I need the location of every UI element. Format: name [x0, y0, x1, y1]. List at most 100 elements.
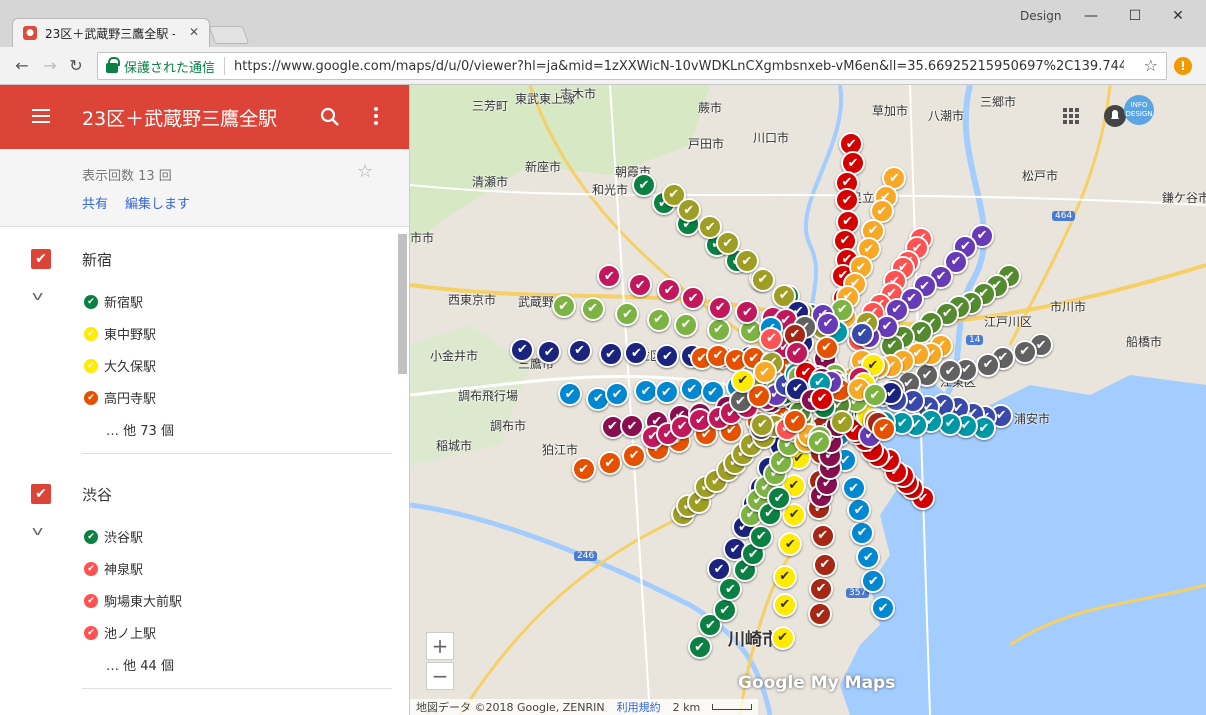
station-marker[interactable]: ✔ — [806, 430, 831, 455]
station-marker[interactable]: ✔ — [814, 335, 839, 360]
station-marker[interactable]: ✔ — [510, 337, 535, 362]
station-marker[interactable]: ✔ — [810, 523, 835, 548]
place-item[interactable]: ✔ 高円寺駅 — [84, 388, 156, 407]
route-shield: 246 — [574, 551, 598, 561]
place-name-label: 市市 — [410, 231, 435, 245]
station-marker[interactable]: ✔ — [1012, 339, 1037, 364]
station-marker[interactable]: ✔ — [810, 386, 835, 411]
station-marker[interactable]: ✔ — [784, 340, 809, 365]
station-marker[interactable]: ✔ — [551, 294, 576, 319]
menu-icon[interactable] — [32, 109, 50, 123]
station-marker[interactable]: ✔ — [809, 576, 834, 601]
reload-icon[interactable]: ↻ — [66, 56, 86, 76]
address-bar[interactable]: 保護された通信 https://www.google.com/maps/d/u/… — [97, 52, 1167, 80]
terms-link[interactable]: 利用規約 — [617, 699, 661, 715]
chevron-down-icon[interactable]: v — [32, 289, 43, 303]
edit-link[interactable]: 編集します — [125, 193, 190, 212]
station-marker[interactable]: ✔ — [750, 267, 775, 292]
close-tab-icon[interactable]: ✕ — [189, 25, 199, 39]
place-item[interactable]: ✔ 新宿駅 — [84, 292, 143, 311]
profile-label[interactable]: Design — [1020, 9, 1061, 23]
station-marker[interactable]: ✔ — [622, 443, 647, 468]
station-marker[interactable]: ✔ — [687, 635, 712, 660]
share-link[interactable]: 共有 — [82, 193, 108, 212]
station-marker[interactable]: ✔ — [646, 307, 671, 332]
place-item[interactable]: ✔ 池ノ上駅 — [84, 623, 156, 642]
new-tab-button[interactable] — [208, 26, 250, 44]
station-marker[interactable]: ✔ — [847, 498, 872, 523]
browser-tab[interactable]: ● 23区＋武蔵野三鷹全駅 - ✕ — [12, 18, 210, 47]
place-item[interactable]: ✔ 大久保駅 — [84, 356, 156, 375]
station-marker[interactable]: ✔ — [631, 173, 656, 197]
place-name-label: 和光市 — [592, 183, 629, 197]
bookmark-star-icon[interactable]: ☆ — [1144, 56, 1158, 75]
station-marker[interactable]: ✔ — [772, 564, 797, 589]
place-name-label: 浦安市 — [1014, 412, 1051, 426]
more-places-link[interactable]: … 他 44 個 — [106, 655, 174, 674]
station-marker[interactable]: ✔ — [597, 451, 622, 476]
station-marker[interactable]: ✔ — [715, 231, 740, 256]
station-marker[interactable]: ✔ — [850, 520, 875, 545]
browser-toolbar: ← → ↻ 保護された通信 https://www.google.com/map… — [0, 47, 1206, 85]
station-marker[interactable]: ✔ — [712, 598, 737, 623]
station-marker[interactable]: ✔ — [871, 416, 896, 441]
station-marker[interactable]: ✔ — [772, 592, 797, 617]
apps-grid-icon[interactable] — [1062, 107, 1080, 125]
station-marker[interactable]: ✔ — [815, 311, 840, 336]
account-avatar[interactable]: INFO DESIGN — [1124, 95, 1154, 125]
layer-visibility-checkbox[interactable]: ✔ — [31, 249, 51, 269]
station-marker[interactable]: ✔ — [580, 296, 605, 321]
route-shield: 464 — [1052, 211, 1076, 221]
search-icon[interactable] — [320, 107, 340, 127]
url-text[interactable]: https://www.google.com/maps/d/u/0/viewer… — [234, 59, 1124, 74]
star-icon[interactable]: ☆ — [357, 161, 373, 182]
place-item[interactable]: ✔ 駒場東大前駅 — [84, 591, 182, 610]
station-marker[interactable]: ✔ — [674, 312, 699, 337]
back-icon[interactable]: ← — [12, 56, 32, 76]
map-info-panel: 表示回数 13 回 ☆ 共有 編集します — [0, 149, 409, 227]
place-name-label: 八潮市 — [928, 109, 965, 123]
layer-visibility-checkbox[interactable]: ✔ — [31, 484, 51, 504]
layer-name[interactable]: 新宿 — [82, 249, 112, 270]
station-marker[interactable]: ✔ — [752, 360, 777, 385]
place-marker-icon: ✔ — [84, 358, 98, 373]
place-item[interactable]: ✔ 渋谷駅 — [84, 527, 143, 546]
sidebar-scrollbar[interactable] — [398, 234, 407, 374]
chevron-down-icon[interactable]: v — [32, 524, 43, 538]
station-marker[interactable]: ✔ — [783, 408, 808, 433]
maximize-button[interactable]: ☐ — [1120, 6, 1150, 26]
station-marker[interactable]: ✔ — [706, 317, 731, 342]
station-marker[interactable]: ✔ — [571, 457, 596, 482]
minimize-button[interactable]: — — [1076, 6, 1106, 26]
station-marker[interactable]: ✔ — [770, 625, 795, 650]
station-marker[interactable]: ✔ — [654, 380, 679, 405]
station-marker[interactable]: ✔ — [976, 352, 1001, 377]
close-window-button[interactable]: ✕ — [1163, 6, 1193, 26]
forward-icon[interactable]: → — [40, 56, 60, 76]
station-marker[interactable]: ✔ — [749, 524, 774, 549]
zoom-in-button[interactable]: + — [426, 632, 454, 660]
station-marker[interactable]: ✔ — [567, 338, 592, 363]
station-marker[interactable]: ✔ — [730, 368, 755, 393]
zoom-out-button[interactable]: − — [426, 662, 454, 690]
place-name-label: 松戸市 — [1022, 169, 1059, 183]
station-marker[interactable]: ✔ — [750, 412, 775, 437]
station-marker[interactable]: ✔ — [708, 295, 733, 320]
station-marker[interactable]: ✔ — [676, 198, 701, 223]
station-marker[interactable]: ✔ — [841, 476, 866, 501]
place-marker-icon: ✔ — [84, 294, 98, 309]
place-name-label: 戸田市 — [688, 137, 725, 151]
map-canvas[interactable]: 東武東上線 三芳町 志木市 蕨市 草加市 八潮市 三郷市 戸田市 川口市 新座市 朝霞市 和光市 清瀬市… — [410, 85, 1206, 715]
more-places-link[interactable]: … 他 73 個 — [106, 420, 174, 439]
secure-label: 保護された通信 — [124, 60, 216, 76]
station-marker[interactable]: ✔ — [812, 552, 837, 577]
more-options-icon[interactable] — [374, 107, 380, 127]
station-marker[interactable]: ✔ — [850, 321, 875, 346]
layer-name[interactable]: 渋谷 — [82, 484, 112, 505]
station-marker[interactable]: ✔ — [598, 342, 623, 367]
extension-alert-icon[interactable]: ! — [1174, 57, 1192, 75]
notifications-icon[interactable] — [1104, 105, 1126, 127]
place-item[interactable]: ✔ 神泉駅 — [84, 559, 143, 578]
place-label: 池ノ上駅 — [104, 627, 157, 642]
place-item[interactable]: ✔ 東中野駅 — [84, 324, 156, 343]
